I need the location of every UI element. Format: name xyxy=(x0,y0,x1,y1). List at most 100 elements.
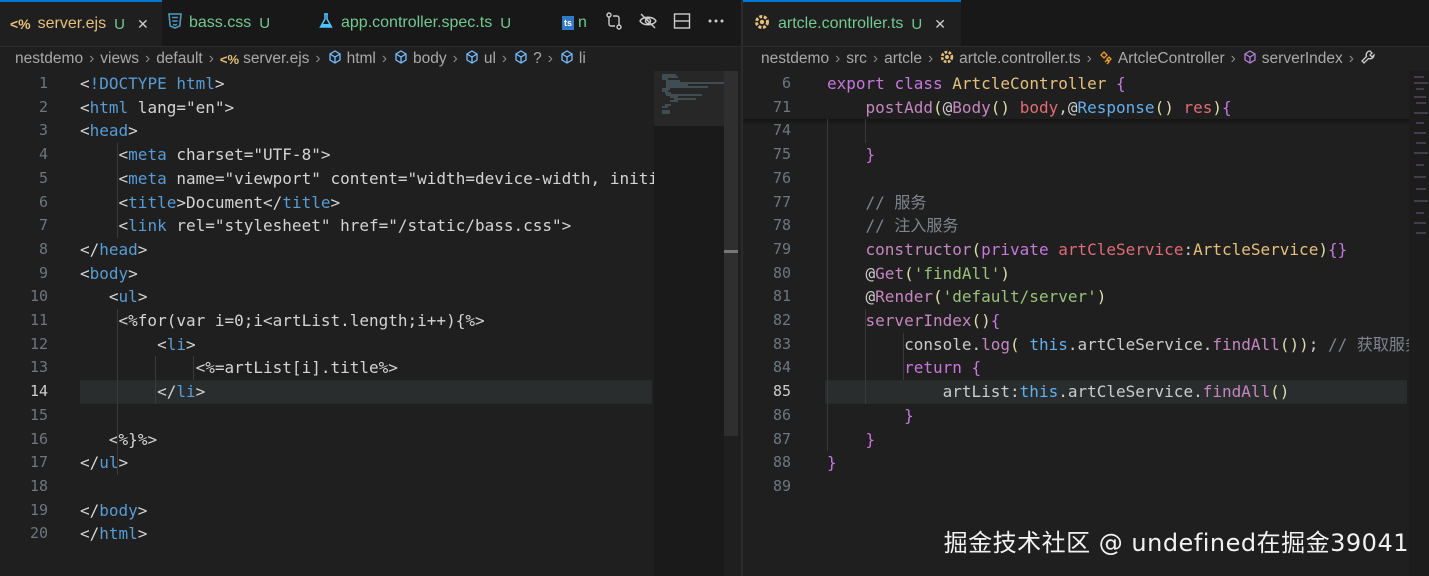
line-code: <head> xyxy=(80,121,138,141)
breadcrumb-item[interactable]: artcle.controller.ts xyxy=(959,50,1080,68)
line-code: <%for(var i=0;i<artList.length;i++){%> xyxy=(118,311,485,330)
symbol-field-icon xyxy=(559,49,575,70)
line-code: serverIndex(){ xyxy=(865,311,1001,330)
code-line: 15 xyxy=(0,404,652,428)
line-number: 5 xyxy=(38,168,48,187)
code-line: 79 constructor(private artCleService:Art… xyxy=(743,238,1407,262)
split-editor-icon[interactable] xyxy=(672,11,692,35)
left-code-area[interactable]: 1 <!DOCTYPE html> 2 <html lang="en"> 3 <head>… xyxy=(0,71,741,576)
line-number: 88 xyxy=(772,453,791,472)
code-line: 16 <%}%> xyxy=(0,428,652,452)
ejs-file-icon: <% xyxy=(10,16,31,32)
line-number: 18 xyxy=(29,476,48,495)
right-code-area[interactable]: 6 export class ArtcleController {71 postA… xyxy=(743,71,1429,576)
eye-closed-icon[interactable] xyxy=(638,11,658,35)
vscode-window: <% server.ejs U ✕ bass.css U app.control… xyxy=(0,0,1429,576)
minimap[interactable] xyxy=(1409,71,1429,576)
tab-server-ejs[interactable]: <% server.ejs U ✕ xyxy=(0,0,162,46)
indent-guide xyxy=(865,309,866,404)
breadcrumb-item[interactable]: views xyxy=(100,50,139,68)
line-number: 89 xyxy=(772,476,791,495)
code-line: 4 <meta charset="UTF-8"> xyxy=(0,143,652,167)
more-actions-icon[interactable] xyxy=(706,11,726,35)
line-number: 13 xyxy=(29,358,48,377)
line-code: <body> xyxy=(80,263,138,283)
line-code: <%}%> xyxy=(108,429,158,449)
left-editor-group: <% server.ejs U ✕ bass.css U app.control… xyxy=(0,0,741,576)
line-number: 16 xyxy=(29,429,48,448)
code-line: 20 </html> xyxy=(0,522,652,546)
line-number: 79 xyxy=(772,239,791,258)
tab-bass-css[interactable]: bass.css U xyxy=(168,0,270,46)
code-line: 76 xyxy=(743,167,1407,191)
breadcrumb-item[interactable]: ? xyxy=(533,50,542,68)
line-code: console.log( this.artCleService.findAll(… xyxy=(904,334,1421,354)
breadcrumb-item[interactable]: nestdemo xyxy=(761,50,829,68)
breadcrumb: nestdemo › views › default › <% server.ejs ›… xyxy=(0,47,741,71)
css-icon xyxy=(168,13,182,33)
breadcrumb-item[interactable]: serverIndex xyxy=(1262,50,1343,68)
breadcrumb-item[interactable]: ArtcleController xyxy=(1118,50,1225,68)
sticky-scroll-shadow xyxy=(743,119,1429,126)
tab-label: artcle.controller.ts xyxy=(778,15,904,32)
breadcrumb-item[interactable]: ul xyxy=(484,50,496,68)
indent-guide xyxy=(117,309,118,475)
sticky-scroll-line: 6 export class ArtcleController { xyxy=(743,72,1407,96)
code-line: 83 console.log( this.artCleService.findA… xyxy=(743,333,1421,357)
vertical-scrollbar[interactable] xyxy=(724,71,738,436)
code-line: 18 xyxy=(0,475,652,499)
minimap[interactable] xyxy=(654,71,726,576)
line-code: @Render('default/server') xyxy=(865,287,1107,307)
indent-guide xyxy=(155,356,156,404)
tab-ts-truncated[interactable]: ts n xyxy=(562,0,587,46)
tab-status-badge: U xyxy=(114,15,125,33)
code-line: 87 } xyxy=(743,428,1407,452)
tab-app-controller-spec[interactable]: app.controller.spec.ts U xyxy=(318,0,511,46)
breadcrumb-item[interactable]: html xyxy=(347,50,376,68)
editor-actions xyxy=(604,0,726,46)
line-code: </head> xyxy=(80,239,148,259)
breadcrumb-item[interactable]: server.ejs xyxy=(243,50,309,68)
code-line: 2 <html lang="en"> xyxy=(0,96,652,120)
line-number: 75 xyxy=(772,145,791,164)
close-icon[interactable]: ✕ xyxy=(934,16,946,33)
code-line: 80 @Get('findAll') xyxy=(743,262,1407,286)
code-line: 84 return { xyxy=(743,356,1407,380)
tab-label: app.controller.spec.ts xyxy=(341,14,493,31)
line-code: </li> xyxy=(157,382,206,402)
breadcrumb-item[interactable]: body xyxy=(413,50,447,68)
line-code: artList:this.artCleService.findAll() xyxy=(942,382,1290,402)
tab-artcle-controller[interactable]: artcle.controller.ts U ✕ xyxy=(743,0,961,46)
line-number: 12 xyxy=(29,334,48,353)
code-line: 1 <!DOCTYPE html> xyxy=(0,72,652,96)
breadcrumb-item[interactable]: li xyxy=(579,50,586,68)
line-code: <%=artList[i].title%> xyxy=(195,358,398,378)
code-line: 8 </head> xyxy=(0,238,652,262)
line-code: <title>Document</title> xyxy=(118,192,341,212)
symbol-field-icon xyxy=(393,49,409,70)
line-number: 80 xyxy=(772,263,791,282)
close-icon[interactable]: ✕ xyxy=(137,16,149,33)
line-number: 1 xyxy=(38,74,48,92)
line-code: export class ArtcleController { xyxy=(827,74,1126,93)
code-line: 85 artList:this.artCleService.findAll() xyxy=(743,380,1407,404)
breadcrumb-item[interactable]: default xyxy=(156,50,203,68)
line-number: 8 xyxy=(38,239,48,258)
compare-changes-icon[interactable] xyxy=(604,11,624,35)
breadcrumb-item[interactable]: nestdemo xyxy=(15,50,83,68)
line-number: 2 xyxy=(38,97,48,116)
line-code: @Get('findAll') xyxy=(865,263,1011,283)
line-number: 15 xyxy=(29,405,48,424)
gear-icon xyxy=(753,13,771,35)
line-number: 11 xyxy=(29,311,48,329)
line-number: 86 xyxy=(772,405,791,424)
breadcrumb-item[interactable]: artcle xyxy=(884,50,922,68)
breadcrumb-item[interactable]: src xyxy=(846,50,867,68)
left-tab-bar: <% server.ejs U ✕ bass.css U app.control… xyxy=(0,0,741,47)
code-line: 75 } xyxy=(743,143,1407,167)
line-number: 85 xyxy=(772,382,791,401)
line-number: 6 xyxy=(781,74,791,92)
code-line: 5 <meta name="viewport" content="width=d… xyxy=(0,167,658,191)
line-code: </html> xyxy=(80,524,148,544)
line-code: <meta name="viewport" content="width=dev… xyxy=(118,168,658,188)
